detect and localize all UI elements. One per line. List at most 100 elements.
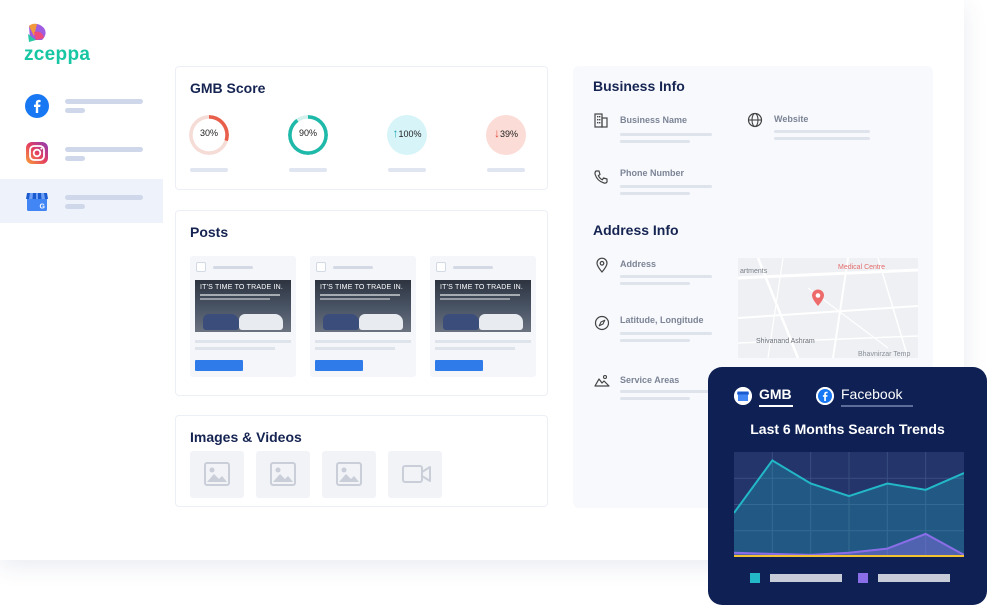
gauge-label: 90% <box>298 128 317 138</box>
post-text-line <box>195 347 275 350</box>
post-card[interactable]: IT'S TIME TO TRADE IN. <box>190 256 296 377</box>
address-label: Address <box>620 259 657 269</box>
images-videos-card: Images & Videos <box>175 415 548 507</box>
field-line <box>620 332 712 335</box>
post-text-line <box>435 347 515 350</box>
service-area-icon <box>594 374 610 387</box>
service-areas-label: Service Areas <box>620 375 680 385</box>
sidebar-item-facebook[interactable] <box>0 84 163 128</box>
business-name-label: Business Name <box>620 115 688 125</box>
gauge-label: 39% <box>499 129 518 139</box>
post-text-line <box>435 340 531 343</box>
posts-card: Posts IT'S TIME TO TRADE IN. IT'S TIME TO… <box>175 210 548 396</box>
post-text-line <box>315 347 395 350</box>
gauge-value: 30% <box>189 128 229 138</box>
post-checkbox[interactable] <box>436 262 446 272</box>
compass-icon <box>594 315 610 331</box>
video-thumbnail[interactable] <box>388 451 442 498</box>
field-line <box>620 133 712 136</box>
tab-facebook-label: Facebook <box>841 386 903 402</box>
image-thumbnail[interactable] <box>256 451 310 498</box>
field-line <box>774 137 870 140</box>
car-graphic <box>359 314 403 330</box>
field-line <box>620 140 690 143</box>
sidebar-line <box>65 195 143 200</box>
car-graphic <box>479 314 523 330</box>
sidebar-line <box>65 156 85 161</box>
post-title-placeholder <box>453 266 493 269</box>
field-line <box>620 275 712 278</box>
tab-gmb-label: GMB <box>759 386 792 402</box>
gauge-label: 100% <box>398 129 422 139</box>
facebook-icon <box>25 94 49 118</box>
car-graphic <box>443 314 479 330</box>
tab-gmb[interactable]: GMB <box>734 385 799 407</box>
active-tab-underline <box>759 405 793 407</box>
video-icon <box>402 465 431 483</box>
tab-facebook[interactable]: Facebook <box>816 385 926 407</box>
gauge-value: ↓39% <box>486 126 526 140</box>
post-subtext <box>200 298 270 300</box>
phone-icon <box>594 170 608 184</box>
sidebar-line <box>65 147 143 152</box>
post-action-button[interactable] <box>315 360 363 371</box>
tab-underline <box>841 405 913 407</box>
map-label: artments <box>740 268 768 275</box>
post-subtext <box>320 294 400 296</box>
image-icon <box>336 462 362 486</box>
image-thumbnail[interactable] <box>190 451 244 498</box>
post-checkbox[interactable] <box>316 262 326 272</box>
post-action-button[interactable] <box>195 360 243 371</box>
facebook-icon <box>816 387 834 405</box>
website-label: Website <box>774 114 809 124</box>
sidebar-item-google-my-business[interactable]: G <box>0 179 163 223</box>
gauge-caption-placeholder <box>289 168 327 172</box>
legend-label-placeholder <box>770 574 842 582</box>
field-line <box>620 185 712 188</box>
post-text-line <box>195 340 291 343</box>
image-icon <box>204 462 230 486</box>
score-gauge: 90% <box>288 115 328 155</box>
sidebar-item-instagram[interactable] <box>0 131 163 175</box>
post-image: IT'S TIME TO TRADE IN. <box>435 280 531 332</box>
post-card[interactable]: IT'S TIME TO TRADE IN. <box>310 256 416 377</box>
post-image: IT'S TIME TO TRADE IN. <box>315 280 411 332</box>
phone-number-label: Phone Number <box>620 168 685 178</box>
gauge-caption-placeholder <box>487 168 525 172</box>
car-graphic <box>239 314 283 330</box>
post-checkbox[interactable] <box>196 262 206 272</box>
post-title-placeholder <box>333 266 373 269</box>
address-info-title: Address Info <box>593 222 679 238</box>
legend-label-placeholder <box>878 574 950 582</box>
score-gauge: ↑100% <box>387 115 427 155</box>
gauge-value: 90% <box>288 128 328 138</box>
post-subtext <box>440 298 510 300</box>
field-line <box>620 282 690 285</box>
post-card[interactable]: IT'S TIME TO TRADE IN. <box>430 256 536 377</box>
field-line <box>620 192 690 195</box>
gauge-value: ↑100% <box>387 126 427 140</box>
gmb-icon <box>734 387 752 405</box>
post-subtext <box>200 294 280 296</box>
field-line <box>774 130 870 133</box>
post-text-line <box>315 340 411 343</box>
image-thumbnail[interactable] <box>322 451 376 498</box>
gmb-score-title: GMB Score <box>190 80 266 96</box>
map-label: Shivanand Ashram <box>756 338 815 345</box>
field-line <box>620 339 690 342</box>
post-headline: IT'S TIME TO TRADE IN. <box>200 284 284 291</box>
score-gauge: ↓39% <box>486 115 526 155</box>
gauge-label: 30% <box>199 128 218 138</box>
lat-long-label: Latitude, Longitude <box>620 315 704 325</box>
post-action-button[interactable] <box>435 360 483 371</box>
location-map[interactable]: artments Medical Centre Shivanand Ashram… <box>738 258 918 358</box>
field-line <box>620 397 690 400</box>
search-trends-chart <box>734 452 964 557</box>
legend-swatch-2 <box>858 573 868 583</box>
map-pin-icon[interactable] <box>811 289 825 307</box>
logo-mark-icon <box>28 23 46 42</box>
post-subtext <box>440 294 520 296</box>
post-title-placeholder <box>213 266 253 269</box>
post-subtext <box>320 298 390 300</box>
post-image: IT'S TIME TO TRADE IN. <box>195 280 291 332</box>
